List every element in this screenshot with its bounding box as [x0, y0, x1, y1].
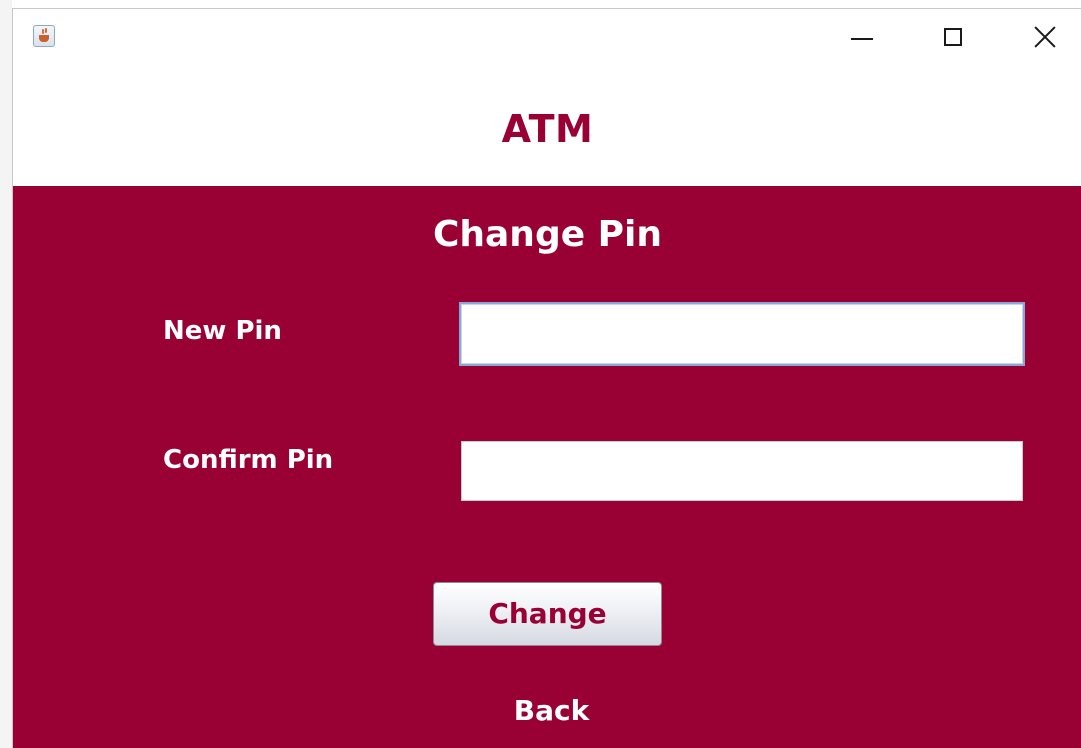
header-panel: ATM: [13, 61, 1081, 186]
change-button[interactable]: Change: [433, 582, 662, 646]
steam-mark: [42, 29, 44, 34]
minimize-button[interactable]: [840, 9, 886, 61]
close-icon: [1033, 25, 1057, 49]
app-title: ATM: [501, 107, 594, 151]
page-title: Change Pin: [432, 214, 663, 255]
new-pin-label: New Pin: [163, 316, 282, 346]
close-button[interactable]: [1023, 9, 1069, 61]
maximize-icon: [944, 28, 962, 46]
confirm-pin-label: Confirm Pin: [163, 445, 334, 475]
change-pin-panel: Change Pin New Pin Confirm Pin Change Ba…: [13, 186, 1081, 748]
minimize-icon: [851, 38, 873, 40]
back-link[interactable]: Back: [13, 694, 1081, 727]
title-bar[interactable]: [13, 9, 1081, 61]
maximize-button[interactable]: [931, 9, 977, 61]
cup-mark: [39, 35, 49, 42]
screen: ATM Change Pin New Pin Confirm Pin Chang…: [0, 0, 1081, 748]
app-window: ATM Change Pin New Pin Confirm Pin Chang…: [12, 8, 1081, 748]
background-desktop-strip: [0, 0, 12, 748]
confirm-pin-field[interactable]: [461, 441, 1023, 501]
java-cup-icon[interactable]: [33, 25, 55, 47]
steam-mark: [45, 28, 47, 33]
new-pin-field[interactable]: [459, 302, 1025, 366]
